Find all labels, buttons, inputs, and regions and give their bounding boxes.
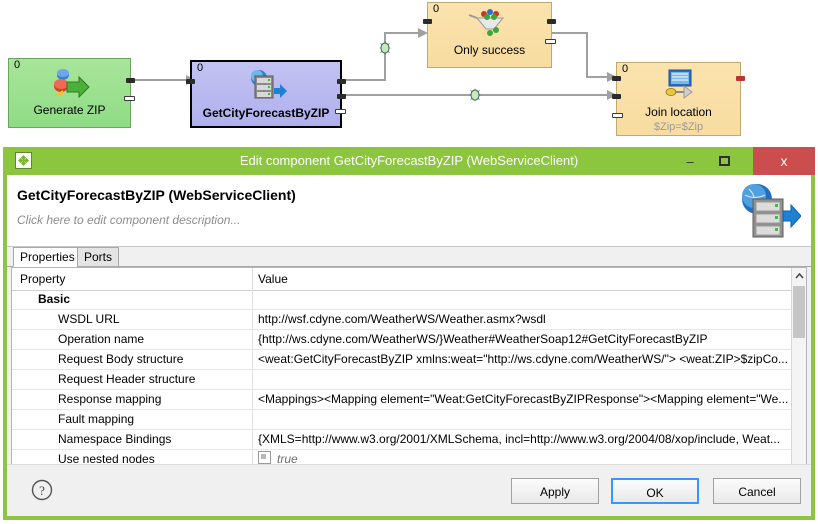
close-button[interactable]: x bbox=[753, 147, 815, 175]
web-service-server-icon bbox=[733, 181, 802, 243]
node-only-success[interactable]: 0 Only success bbox=[423, 2, 556, 68]
node-label: Only success bbox=[453, 43, 526, 57]
column-header-property[interactable]: Property bbox=[20, 268, 65, 290]
join-icon bbox=[617, 68, 740, 103]
port-in[interactable] bbox=[186, 79, 195, 84]
edit-component-dialog: Edit component GetCityForecastByZIP (Web… bbox=[3, 147, 815, 520]
port-out-2[interactable] bbox=[337, 94, 346, 99]
maximize-icon bbox=[718, 156, 730, 166]
port-in-2[interactable] bbox=[612, 94, 621, 99]
cell-property: Request Body structure bbox=[58, 352, 184, 366]
port-out-unused[interactable] bbox=[124, 96, 135, 101]
svg-text:?: ? bbox=[39, 483, 45, 498]
cancel-button[interactable]: Cancel bbox=[713, 478, 801, 504]
filter-icon bbox=[428, 9, 551, 42]
scroll-up-icon[interactable] bbox=[792, 268, 806, 284]
port-out-unused[interactable] bbox=[335, 109, 346, 114]
minimize-label: – bbox=[686, 153, 694, 169]
table-row[interactable]: Request Header structure bbox=[12, 370, 806, 390]
cell-property: WSDL URL bbox=[58, 312, 120, 326]
metadata-sparkle-icon bbox=[379, 41, 391, 55]
table-vertical-scrollbar[interactable] bbox=[791, 268, 806, 488]
tab-properties-label: Properties bbox=[20, 250, 75, 264]
port-out[interactable] bbox=[547, 19, 556, 24]
cell-property: Namespace Bindings bbox=[58, 432, 172, 446]
tab-ports[interactable]: Ports bbox=[77, 247, 120, 267]
edge-metadata-sparkle-1[interactable] bbox=[375, 38, 395, 58]
help-question-icon[interactable]: ? bbox=[31, 479, 53, 501]
node-join-key: $Zip=$Zip bbox=[653, 121, 704, 133]
column-header-value[interactable]: Value bbox=[258, 268, 288, 290]
cell-value[interactable]: {XMLS=http://www.w3.org/2001/XMLSchema, … bbox=[253, 430, 793, 449]
cell-property: Basic bbox=[38, 292, 71, 306]
cell-property: Response mapping bbox=[58, 392, 162, 406]
cell-value[interactable] bbox=[253, 410, 793, 429]
properties-table[interactable]: Property Value Basic WSDL URL http://wsf… bbox=[11, 267, 807, 489]
table-header: Property Value bbox=[12, 268, 806, 291]
tab-ports-label: Ports bbox=[84, 250, 113, 264]
clover-icon bbox=[15, 152, 32, 169]
graph-canvas[interactable]: 0 Generate ZIP 0 GetCityForecastByZIP 0 … bbox=[0, 0, 818, 150]
node-label: Join location bbox=[645, 105, 712, 119]
table-row[interactable]: WSDL URL http://wsf.cdyne.com/WeatherWS/… bbox=[12, 310, 806, 330]
port-out-1[interactable] bbox=[337, 79, 346, 84]
edge-metadata-sparkle-2[interactable] bbox=[465, 85, 485, 105]
maximize-button[interactable] bbox=[707, 147, 741, 175]
cell-property: Request Header structure bbox=[58, 372, 196, 386]
ok-button[interactable]: OK bbox=[611, 478, 699, 504]
cell-property: Operation name bbox=[58, 332, 145, 346]
cell-value[interactable]: {http://ws.cdyne.com/WeatherWS/}Weather#… bbox=[253, 330, 793, 349]
cell-value[interactable] bbox=[253, 370, 793, 389]
dialog-tabs[interactable]: Properties Ports bbox=[7, 247, 811, 267]
cell-value[interactable]: <weat:GetCityForecastByZIP xmlns:weat="h… bbox=[253, 350, 793, 369]
metadata-sparkle-icon bbox=[469, 88, 481, 102]
node-label: GetCityForecastByZIP bbox=[202, 106, 330, 120]
use-nested-nodes-checkbox[interactable] bbox=[258, 451, 271, 464]
port-in-1[interactable] bbox=[612, 76, 621, 81]
tab-properties[interactable]: Properties bbox=[13, 247, 82, 267]
cell-value[interactable]: <Mappings><Mapping element="Weat:GetCity… bbox=[253, 390, 793, 409]
web-service-client-icon bbox=[192, 68, 340, 105]
dialog-titlebar[interactable]: Edit component GetCityForecastByZIP (Web… bbox=[3, 147, 815, 175]
node-getcityforecastbyzip[interactable]: 0 GetCityForecastByZIP bbox=[186, 60, 346, 128]
component-title: GetCityForecastByZIP (WebServiceClient) bbox=[17, 187, 296, 203]
cell-property: Fault mapping bbox=[58, 412, 135, 426]
table-row[interactable]: Fault mapping bbox=[12, 410, 806, 430]
minimize-button[interactable]: – bbox=[673, 147, 707, 175]
port-in-unused[interactable] bbox=[612, 113, 623, 118]
column-separator[interactable] bbox=[252, 268, 253, 290]
table-row[interactable]: Basic bbox=[12, 290, 806, 310]
scrollbar-thumb[interactable] bbox=[793, 286, 805, 338]
dialog-header-panel: GetCityForecastByZIP (WebServiceClient) … bbox=[7, 175, 811, 247]
close-label: x bbox=[780, 153, 788, 169]
port-in[interactable] bbox=[423, 19, 432, 24]
component-description-input[interactable]: Click here to edit component description… bbox=[17, 213, 240, 227]
dialog-footer: ? Apply OK Cancel bbox=[7, 464, 811, 516]
port-out-error[interactable] bbox=[736, 76, 745, 81]
node-join-location[interactable]: 0 Join location $Zip=$Zip bbox=[612, 62, 745, 136]
table-row[interactable]: Request Body structure <weat:GetCityFore… bbox=[12, 350, 806, 370]
apply-button[interactable]: Apply bbox=[511, 478, 599, 504]
table-row[interactable]: Namespace Bindings {XMLS=http://www.w3.o… bbox=[12, 430, 806, 450]
node-label: Generate ZIP bbox=[33, 103, 106, 117]
port-out-unused[interactable] bbox=[545, 39, 556, 44]
cell-value[interactable]: http://wsf.cdyne.com/WeatherWS/Weather.a… bbox=[253, 310, 793, 329]
table-row[interactable]: Response mapping <Mappings><Mapping elem… bbox=[12, 390, 806, 410]
cell-value[interactable] bbox=[253, 290, 793, 309]
table-row[interactable]: Operation name {http://ws.cdyne.com/Weat… bbox=[12, 330, 806, 350]
port-out[interactable] bbox=[126, 78, 135, 83]
generate-data-icon bbox=[9, 68, 130, 103]
node-generate-zip[interactable]: 0 Generate ZIP bbox=[8, 58, 135, 128]
